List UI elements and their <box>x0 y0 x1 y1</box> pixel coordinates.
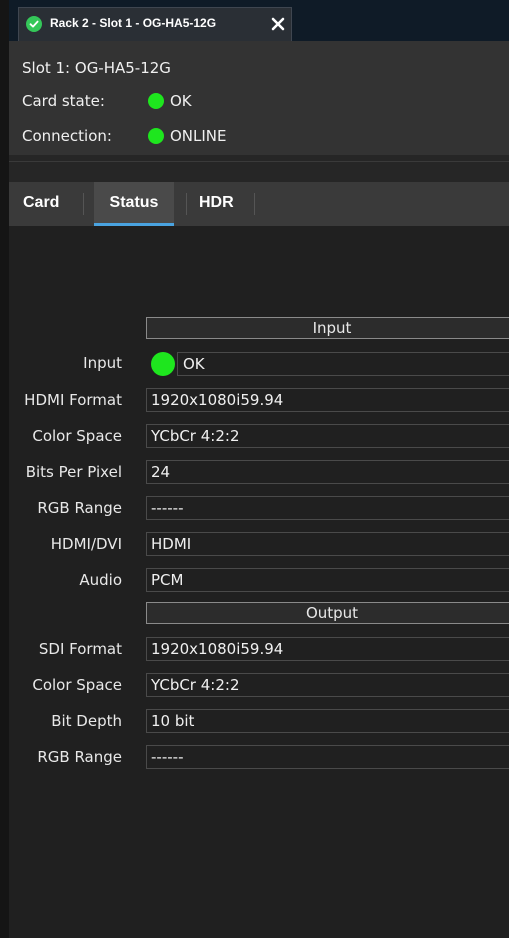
tab-status[interactable]: Status <box>94 182 174 226</box>
tab-divider <box>186 193 187 215</box>
tab-title: Rack 2 - Slot 1 - OG-HA5-12G <box>50 16 217 30</box>
input-status-value: OK <box>177 352 509 376</box>
bit-depth-label: Bit Depth <box>51 712 122 730</box>
hdmi-dvi-label: HDMI/DVI <box>50 535 122 553</box>
close-icon[interactable] <box>269 15 287 33</box>
audio-value: PCM <box>146 568 509 592</box>
card-state-value: OK <box>170 92 192 110</box>
hdmi-format-value: 1920x1080i59.94 <box>146 388 509 412</box>
page-tab-bar: Card Status HDR <box>9 182 509 226</box>
bits-per-pixel-value: 24 <box>146 460 509 484</box>
connection-label: Connection: <box>22 127 112 145</box>
input-status-label: Input <box>83 354 122 372</box>
card-state-row: Card state: OK <box>22 92 192 110</box>
status-content: Input Input OK HDMI Format 1920x1080i59.… <box>9 226 509 938</box>
slot-label: Slot 1: OG-HA5-12G <box>22 59 171 77</box>
sdi-format-label: SDI Format <box>38 640 122 658</box>
app-window: Rack 2 - Slot 1 - OG-HA5-12G Slot 1: OG-… <box>0 0 509 938</box>
card-state-status-icon <box>148 93 164 109</box>
bits-per-pixel-label: Bits Per Pixel <box>25 463 122 481</box>
color-space-label: Color Space <box>32 427 122 445</box>
audio-label: Audio <box>79 571 122 589</box>
output-rgb-range-value: ------ <box>146 745 509 769</box>
tab-card[interactable]: Card <box>23 182 59 226</box>
output-section-header: Output <box>146 602 509 624</box>
sdi-format-value: 1920x1080i59.94 <box>146 637 509 661</box>
input-section-header: Input <box>146 317 509 339</box>
bit-depth-value: 10 bit <box>146 709 509 733</box>
connection-row: Connection: ONLINE <box>22 127 227 145</box>
tab-hdr[interactable]: HDR <box>199 182 234 226</box>
tab-bar: Rack 2 - Slot 1 - OG-HA5-12G <box>9 0 509 41</box>
color-space-value: YCbCr 4:2:2 <box>146 424 509 448</box>
output-rgb-range-label: RGB Range <box>37 748 122 766</box>
left-strip <box>0 0 9 938</box>
input-status-icon <box>151 352 175 376</box>
output-color-space-value: YCbCr 4:2:2 <box>146 673 509 697</box>
connection-value: ONLINE <box>170 127 227 145</box>
document-tab[interactable]: Rack 2 - Slot 1 - OG-HA5-12G <box>18 7 292 41</box>
connection-status-icon <box>148 128 164 144</box>
card-info-panel: Slot 1: OG-HA5-12G Card state: OK Connec… <box>9 41 509 155</box>
rgb-range-label: RGB Range <box>37 499 122 517</box>
card-state-label: Card state: <box>22 92 105 110</box>
rgb-range-value: ------ <box>146 496 509 520</box>
output-color-space-label: Color Space <box>32 676 122 694</box>
tab-status-label: Status <box>109 194 159 211</box>
hdmi-format-label: HDMI Format <box>24 391 122 409</box>
header-separator <box>9 155 509 182</box>
tab-divider <box>83 193 84 215</box>
tab-divider <box>254 193 255 215</box>
check-circle-icon <box>26 16 42 32</box>
hdmi-dvi-value: HDMI <box>146 532 509 556</box>
